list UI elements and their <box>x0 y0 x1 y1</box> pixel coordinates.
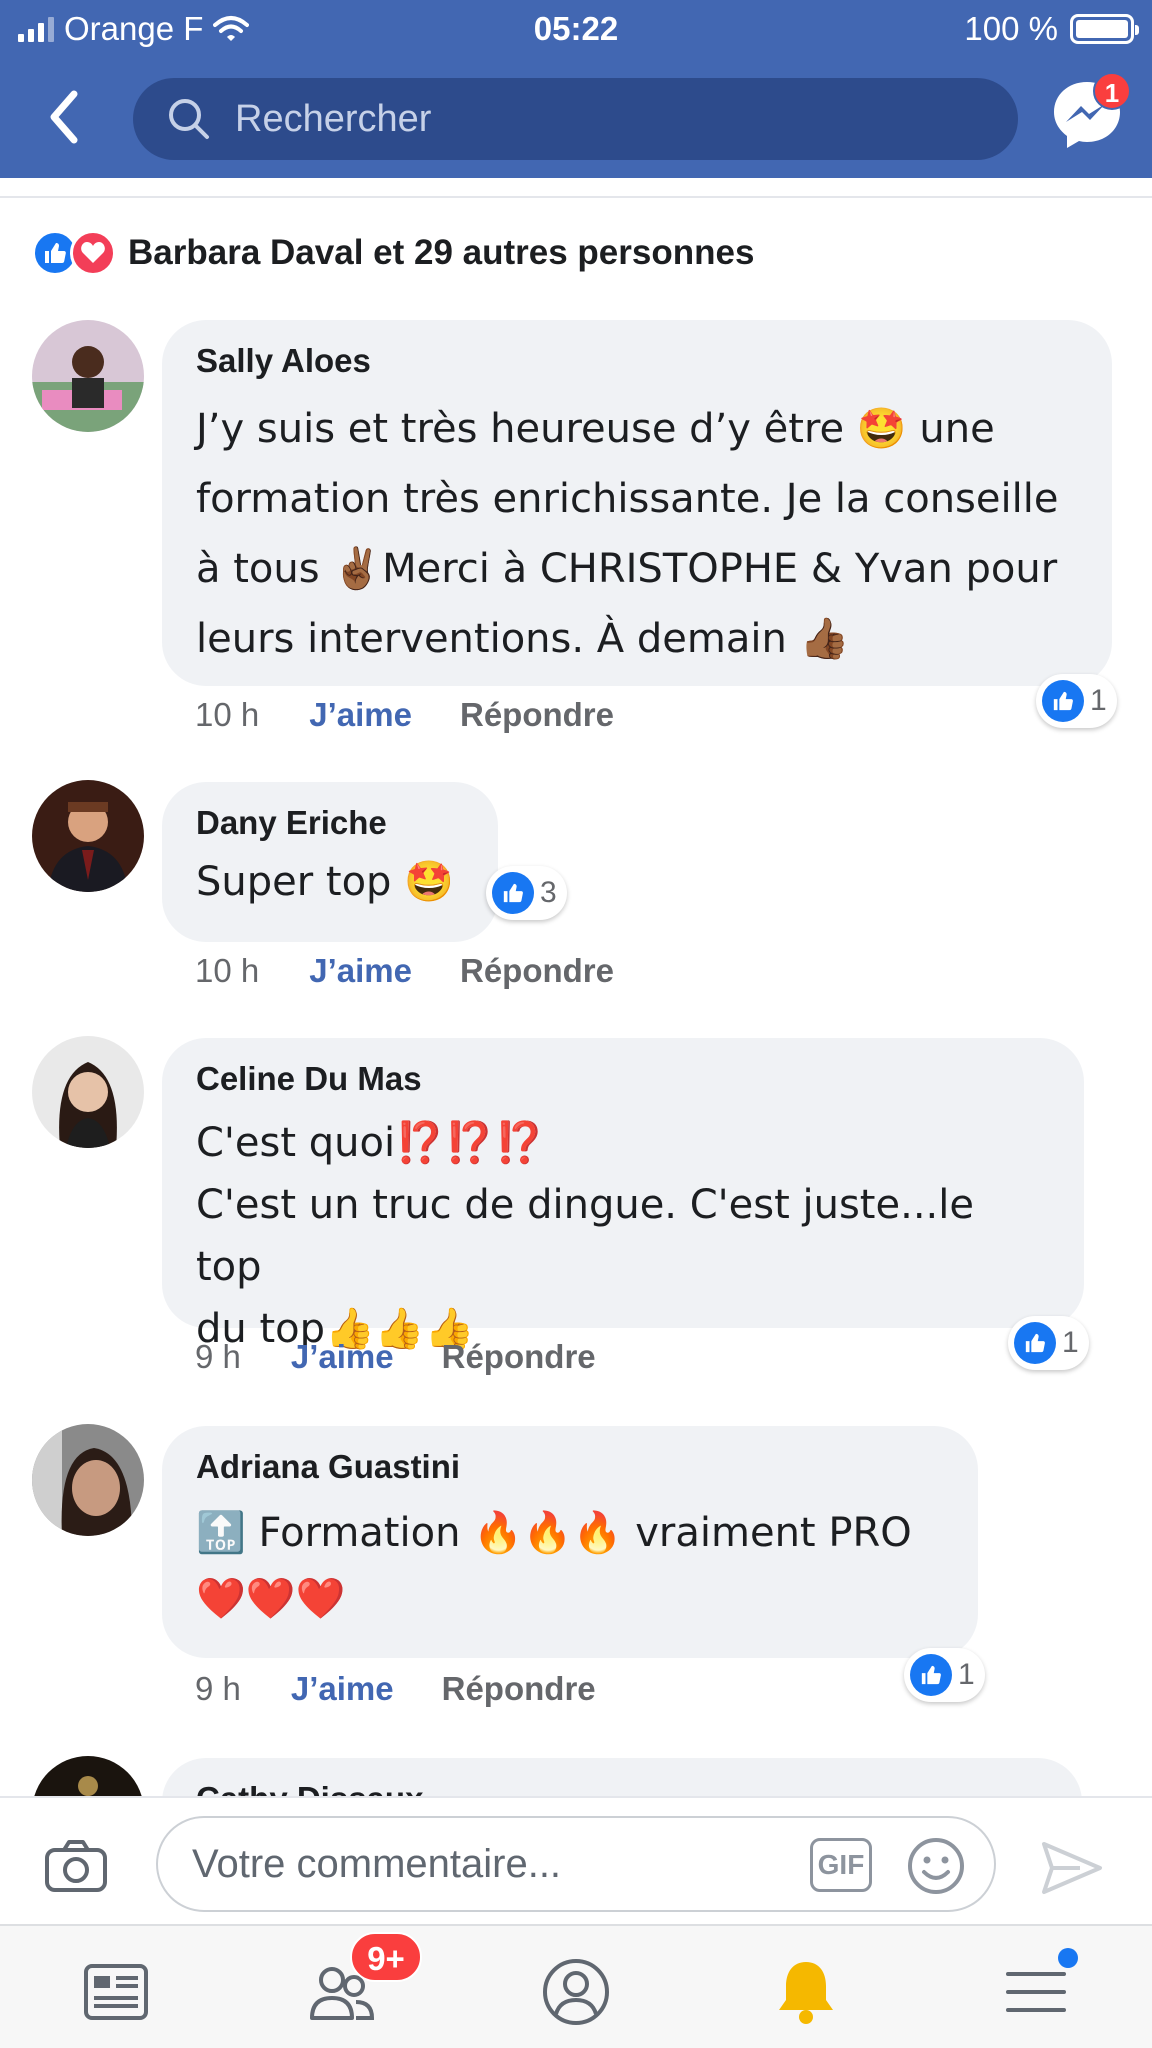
messenger-badge: 1 <box>1093 72 1131 110</box>
comment-bubble[interactable]: Adriana Guastini 🔝 Formation 🔥🔥🔥 vraimen… <box>162 1426 978 1658</box>
comment-author[interactable]: Sally Aloes <box>196 342 1078 380</box>
comment-time: 10 h <box>195 696 260 733</box>
notifications-bell-icon[interactable] <box>770 1956 842 2028</box>
like-reaction-icon <box>492 872 534 914</box>
comment-bubble[interactable]: Sally Aloes J’y suis et très heureuse d’… <box>162 320 1112 686</box>
comment-input-placeholder: Votre commentaire... <box>192 1841 562 1886</box>
like-count: 1 <box>1090 684 1107 717</box>
comment-input[interactable]: Votre commentaire... GIF <box>156 1816 996 1912</box>
back-icon[interactable] <box>40 84 90 150</box>
friends-badge: 9+ <box>350 1932 422 1982</box>
comment-meta: 9 h J’aime Répondre <box>195 1670 596 1708</box>
reply-button[interactable]: Répondre <box>460 952 614 990</box>
menu-notification-dot <box>1058 1948 1078 1968</box>
like-button[interactable]: J’aime <box>291 1338 394 1376</box>
bottom-tab-bar <box>0 1924 1152 2048</box>
comment-composer: Votre commentaire... GIF <box>0 1796 1152 1924</box>
comment-meta: 10 h J’aime Répondre <box>195 696 614 734</box>
comment-time: 9 h <box>195 1338 241 1375</box>
battery-icon <box>1070 14 1139 44</box>
reply-button[interactable]: Répondre <box>442 1338 596 1376</box>
divider <box>0 196 1152 198</box>
like-count: 1 <box>958 1658 975 1691</box>
like-button[interactable]: J’aime <box>291 1670 394 1708</box>
comment-like-count[interactable]: 3 <box>486 866 567 920</box>
like-reaction-icon <box>1042 680 1084 722</box>
comment-text: C'est quoi⁉️⁉️⁉️ C'est un truc de dingue… <box>196 1120 974 1352</box>
avatar[interactable] <box>32 320 144 432</box>
like-button[interactable]: J’aime <box>309 952 412 990</box>
comment-time: 9 h <box>195 1670 241 1707</box>
comment-author[interactable]: Adriana Guastini <box>196 1448 944 1486</box>
comment-meta: 9 h J’aime Répondre <box>195 1338 596 1376</box>
comment-meta: 10 h J’aime Répondre <box>195 952 614 990</box>
search-bar[interactable]: Rechercher <box>133 78 1018 160</box>
search-icon <box>169 99 209 139</box>
like-count: 3 <box>540 876 557 909</box>
comment-time: 10 h <box>195 952 260 989</box>
reply-button[interactable]: Répondre <box>460 696 614 734</box>
comment-like-count[interactable]: 1 <box>1008 1316 1089 1370</box>
comment-like-count[interactable]: 1 <box>1036 674 1117 728</box>
like-reaction-icon <box>1014 1322 1056 1364</box>
battery-percent: 100 % <box>964 10 1058 47</box>
send-icon[interactable] <box>1040 1838 1104 1898</box>
comment-like-count[interactable]: 1 <box>904 1648 985 1702</box>
comment-bubble[interactable]: Celine Du Mas C'est quoi⁉️⁉️⁉️ C'est un … <box>162 1038 1084 1352</box>
menu-icon[interactable] <box>1000 1956 1072 2028</box>
comment-text: J’y suis et très heureuse d’y être 🤩 une… <box>196 406 1059 662</box>
reactions-summary-text: Barbara Daval et 29 autres personnes <box>128 233 755 272</box>
camera-icon[interactable] <box>44 1838 108 1894</box>
comment-author[interactable]: Celine Du Mas <box>196 1060 1050 1098</box>
search-placeholder: Rechercher <box>235 97 432 140</box>
gif-button[interactable]: GIF <box>810 1838 872 1892</box>
comment-bubble[interactable]: Dany Eriche Super top 🤩 <box>162 782 498 942</box>
comment-text: Super top 🤩 <box>196 859 454 905</box>
smiley-icon[interactable] <box>906 1836 966 1896</box>
avatar[interactable] <box>32 1424 144 1536</box>
like-reaction-icon <box>910 1654 952 1696</box>
reply-button[interactable]: Répondre <box>442 1670 596 1708</box>
like-count: 1 <box>1062 1326 1079 1359</box>
love-reaction-icon <box>70 230 116 276</box>
news-feed-icon[interactable] <box>80 1956 152 2028</box>
profile-icon[interactable] <box>540 1956 612 2028</box>
status-bar: Orange F 05:22 100 % <box>0 0 1152 58</box>
reactions-summary[interactable]: Barbara Daval et 29 autres personnes <box>32 230 754 276</box>
avatar[interactable] <box>32 1036 144 1148</box>
comment-text: 🔝 Formation 🔥🔥🔥 vraiment PRO ❤️❤️❤️ <box>196 1510 912 1622</box>
like-button[interactable]: J’aime <box>309 696 412 734</box>
comment-author[interactable]: Dany Eriche <box>196 804 464 842</box>
avatar[interactable] <box>32 780 144 892</box>
top-header: Orange F 05:22 100 % Rechercher 1 <box>0 0 1152 178</box>
status-right: 100 % <box>964 10 1139 48</box>
